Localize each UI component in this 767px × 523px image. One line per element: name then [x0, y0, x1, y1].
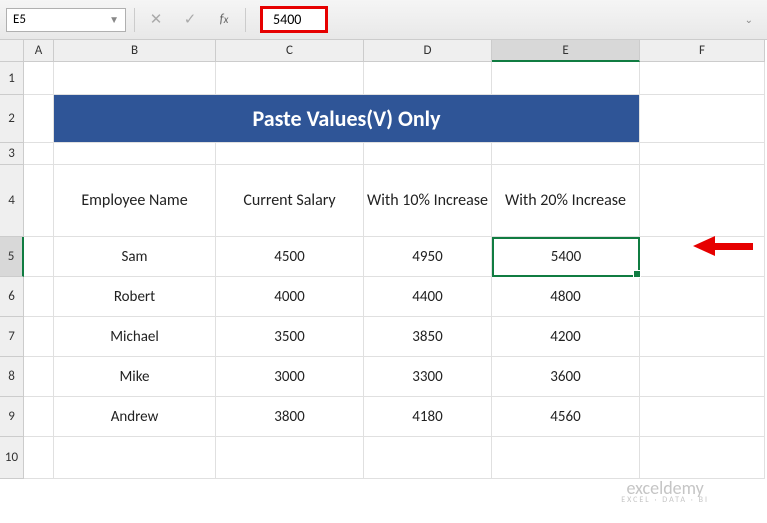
- col-header-F[interactable]: F: [640, 40, 765, 62]
- formula-toolbar: E5 ▼ ✕ ✓ fx 5400 ⌄: [0, 0, 767, 40]
- cell[interactable]: [492, 437, 640, 479]
- divider: [134, 8, 135, 32]
- cell[interactable]: [640, 437, 765, 479]
- formula-bar[interactable]: 5400: [254, 8, 729, 32]
- cell[interactable]: [54, 62, 216, 95]
- cell[interactable]: [216, 143, 364, 165]
- cell[interactable]: [24, 277, 54, 317]
- formula-value: 5400: [260, 6, 328, 33]
- row-header-6[interactable]: 6: [0, 277, 24, 317]
- fx-icon[interactable]: fx: [211, 8, 237, 32]
- cell[interactable]: [216, 437, 364, 479]
- table-row[interactable]: 4400: [364, 277, 492, 317]
- header-inc10[interactable]: With 10% Increase: [364, 165, 492, 237]
- cell[interactable]: [24, 397, 54, 437]
- table-row[interactable]: 3300: [364, 357, 492, 397]
- row-header-5[interactable]: 5: [0, 237, 24, 277]
- cell[interactable]: [54, 437, 216, 479]
- cell[interactable]: [364, 437, 492, 479]
- table-row[interactable]: 3850: [364, 317, 492, 357]
- table-row[interactable]: 4180: [364, 397, 492, 437]
- cell[interactable]: [640, 62, 765, 95]
- row-header-8[interactable]: 8: [0, 357, 24, 397]
- cell-reference: E5: [13, 12, 26, 27]
- enter-icon: ✓: [177, 8, 203, 32]
- cell[interactable]: [24, 95, 54, 143]
- divider: [245, 8, 246, 32]
- table-row[interactable]: Mike: [54, 357, 216, 397]
- header-inc20[interactable]: With 20% Increase: [492, 165, 640, 237]
- cell[interactable]: [640, 165, 765, 237]
- table-row[interactable]: 4000: [216, 277, 364, 317]
- cell[interactable]: [24, 165, 54, 237]
- cell[interactable]: [24, 437, 54, 479]
- cell[interactable]: [24, 237, 54, 277]
- cell[interactable]: [364, 143, 492, 165]
- row-header-2[interactable]: 2: [0, 95, 24, 143]
- watermark-sub: EXCEL · DATA · BI: [621, 495, 709, 505]
- cell[interactable]: [640, 397, 765, 437]
- row-headers: 1 2 3 4 5 6 7 8 9 10: [0, 62, 24, 479]
- cell[interactable]: [640, 357, 765, 397]
- col-header-D[interactable]: D: [364, 40, 492, 62]
- row-header-7[interactable]: 7: [0, 317, 24, 357]
- table-row[interactable]: 4950: [364, 237, 492, 277]
- cell[interactable]: [640, 143, 765, 165]
- table-row[interactable]: Sam: [54, 237, 216, 277]
- row-header-10[interactable]: 10: [0, 437, 24, 479]
- row-header-4[interactable]: 4: [0, 165, 24, 237]
- column-headers: A B C D E F: [24, 40, 765, 62]
- watermark: exceldemy EXCEL · DATA · BI: [621, 477, 709, 505]
- row-header-1[interactable]: 1: [0, 62, 24, 95]
- cell[interactable]: [24, 357, 54, 397]
- cell[interactable]: [640, 277, 765, 317]
- table-row[interactable]: 3800: [216, 397, 364, 437]
- cell[interactable]: [492, 143, 640, 165]
- spreadsheet-grid: A B C D E F 1 2 3 4 5 6 7 8 9 10 Paste V…: [0, 40, 767, 523]
- select-all[interactable]: [0, 40, 24, 62]
- table-row[interactable]: 3500: [216, 317, 364, 357]
- cell[interactable]: [54, 143, 216, 165]
- row-header-9[interactable]: 9: [0, 397, 24, 437]
- table-row[interactable]: Michael: [54, 317, 216, 357]
- col-header-A[interactable]: A: [24, 40, 54, 62]
- col-header-E[interactable]: E: [492, 40, 640, 62]
- table-row[interactable]: 3000: [216, 357, 364, 397]
- table-row[interactable]: 4500: [216, 237, 364, 277]
- cell[interactable]: [216, 62, 364, 95]
- cell[interactable]: [24, 62, 54, 95]
- cell[interactable]: [24, 317, 54, 357]
- selected-cell[interactable]: 5400: [492, 237, 640, 277]
- table-row[interactable]: 4800: [492, 277, 640, 317]
- expand-icon[interactable]: ⌄: [737, 13, 761, 26]
- header-salary[interactable]: Current Salary: [216, 165, 364, 237]
- title-merged[interactable]: Paste Values(V) Only: [54, 95, 640, 143]
- col-header-C[interactable]: C: [216, 40, 364, 62]
- table-row[interactable]: 4560: [492, 397, 640, 437]
- col-header-B[interactable]: B: [54, 40, 216, 62]
- cell[interactable]: [640, 95, 765, 143]
- name-box[interactable]: E5 ▼: [6, 8, 126, 32]
- cell[interactable]: [492, 62, 640, 95]
- arrow-head-icon: [693, 236, 715, 256]
- row-header-3[interactable]: 3: [0, 143, 24, 165]
- dropdown-icon[interactable]: ▼: [109, 13, 119, 26]
- table-row[interactable]: Andrew: [54, 397, 216, 437]
- cancel-icon: ✕: [143, 8, 169, 32]
- cell[interactable]: [24, 143, 54, 165]
- arrow-body: [715, 243, 753, 250]
- callout-arrow: [693, 236, 753, 256]
- header-employee[interactable]: Employee Name: [54, 165, 216, 237]
- cells-area: Paste Values(V) Only Employee Name Curre…: [24, 62, 767, 523]
- table-row[interactable]: 4200: [492, 317, 640, 357]
- table-row[interactable]: 3600: [492, 357, 640, 397]
- table-row[interactable]: Robert: [54, 277, 216, 317]
- cell[interactable]: [640, 317, 765, 357]
- cell[interactable]: [364, 62, 492, 95]
